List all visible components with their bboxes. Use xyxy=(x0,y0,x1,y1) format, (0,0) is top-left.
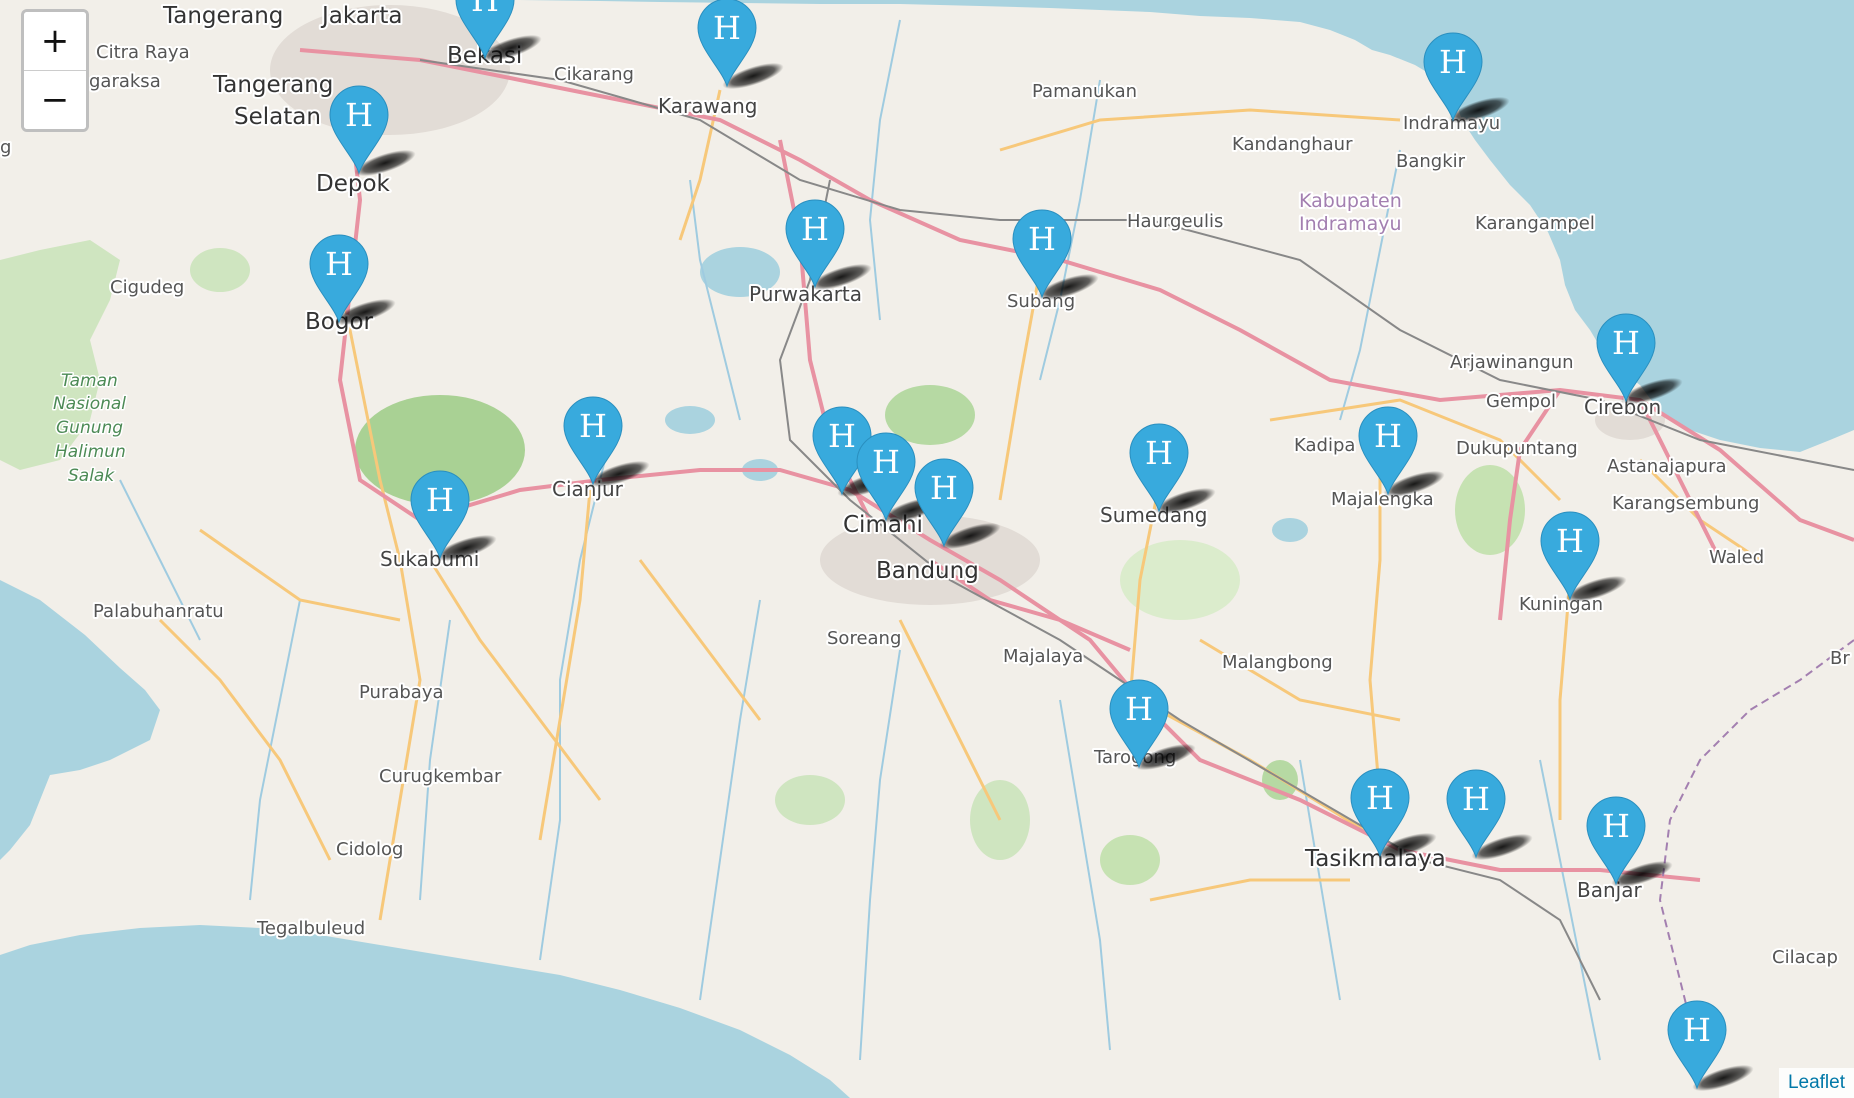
leaflet-link[interactable]: Leaflet xyxy=(1788,1072,1845,1093)
cirata-reservoir xyxy=(665,406,715,434)
attribution: Leaflet xyxy=(1778,1068,1854,1098)
zoom-in-button[interactable]: + xyxy=(24,12,86,70)
cikuray-forest xyxy=(1100,835,1160,885)
west-forest xyxy=(190,248,250,292)
zoom-out-button[interactable]: − xyxy=(24,70,86,129)
jatigede-reservoir xyxy=(1272,518,1308,542)
south-forest-1 xyxy=(775,775,845,825)
jatiluhur-reservoir xyxy=(700,247,780,297)
cirebon-urban xyxy=(1595,400,1665,440)
map-container[interactable]: Tangerang Jakarta Bekasi Citra Raya gara… xyxy=(0,0,1854,1098)
zoom-control: + − xyxy=(21,9,89,132)
